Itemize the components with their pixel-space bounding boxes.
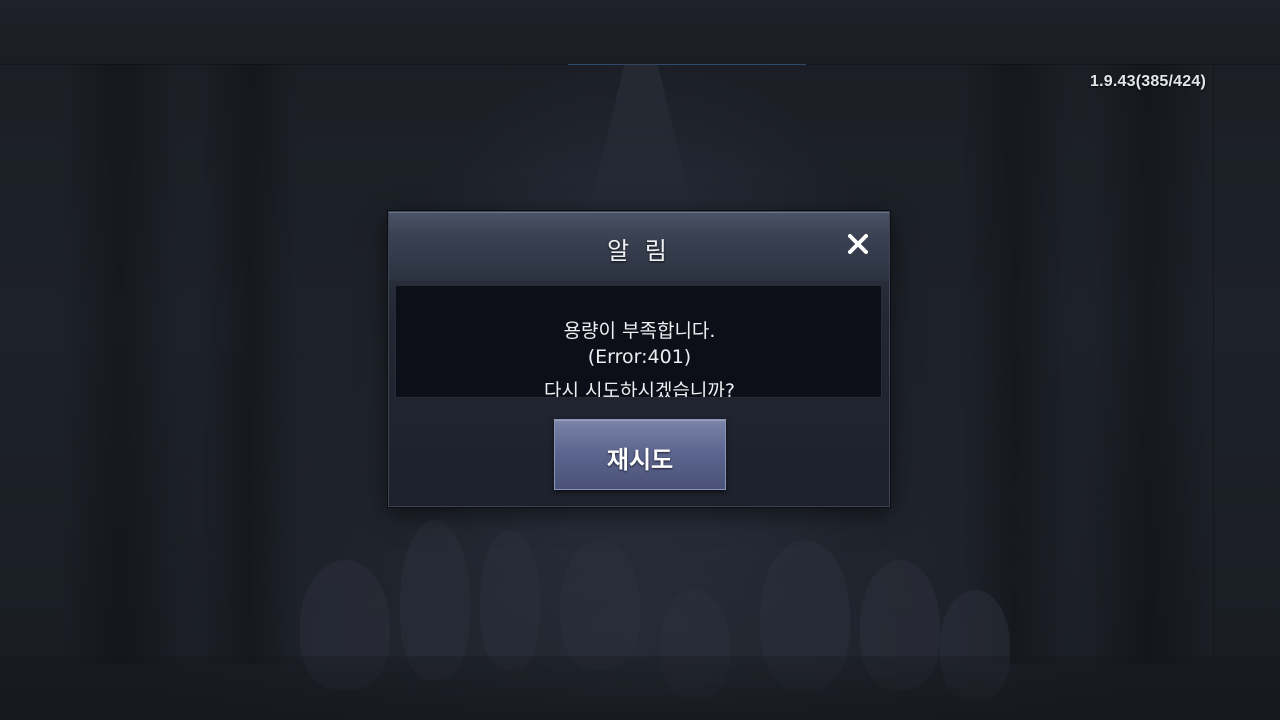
background-column <box>586 64 696 224</box>
background-curtain <box>60 64 180 664</box>
retry-button[interactable]: 재시도 <box>554 419 726 490</box>
message-box: 용량이 부족합니다. (Error:401) 다시 시도하시겠습니까? <box>395 285 882 398</box>
message-line-capacity: 용량이 부족합니다. <box>563 320 716 342</box>
background-figure <box>480 530 540 670</box>
version-label: 1.9.43(385/424) <box>1090 73 1206 90</box>
dialog-title: 알 림 <box>607 237 671 265</box>
background-curtain <box>1090 64 1210 664</box>
background-curtain <box>960 64 1070 664</box>
background-figure <box>560 540 640 670</box>
close-icon <box>848 234 868 254</box>
notice-dialog: 알 림 용량이 부족합니다. (Error:401) 다시 시도하시겠습니까? … <box>388 211 890 507</box>
dialog-header: 알 림 <box>389 212 889 281</box>
bottom-bar <box>0 656 1280 720</box>
close-button[interactable] <box>845 231 871 257</box>
retry-button-label: 재시도 <box>606 446 674 474</box>
right-divider <box>1213 64 1214 656</box>
background-curtain <box>200 64 300 664</box>
top-bar <box>0 0 1280 65</box>
message-line-error-code: (Error:401) <box>587 346 692 368</box>
message-line-retry-prompt: 다시 시도하시겠습니까? <box>544 380 735 398</box>
top-accent-line <box>568 64 806 65</box>
